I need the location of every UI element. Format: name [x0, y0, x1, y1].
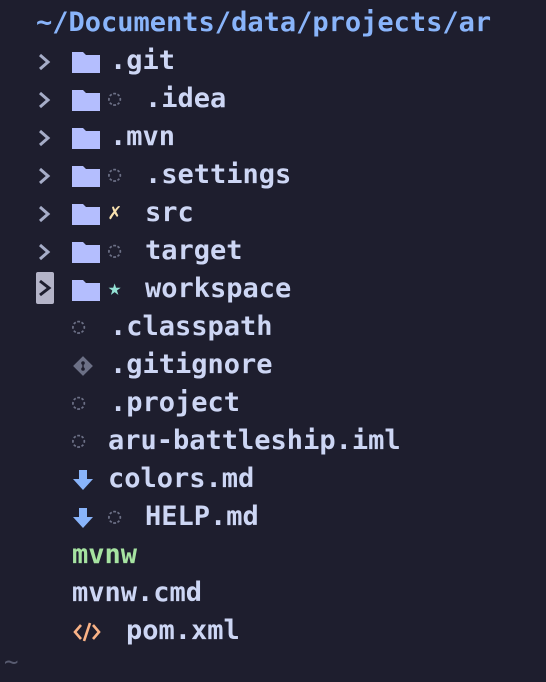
tree-row-project[interactable]: ◌ .project — [0, 384, 546, 422]
cursor-highlight[interactable] — [36, 272, 54, 304]
chevron-right-icon[interactable] — [34, 166, 54, 186]
chevron-right-icon[interactable] — [34, 204, 54, 224]
tree-item-name: workspace — [145, 273, 292, 304]
chevron-right-icon[interactable] — [34, 52, 54, 72]
tree-item-name: .idea — [145, 83, 227, 114]
tree-row-mvnw-cmd[interactable]: mvnw.cmd — [0, 574, 546, 612]
tree-item-name: mvnw.cmd — [72, 577, 203, 608]
current-path: ~/Documents/data/projects/ar — [36, 7, 492, 38]
tree-item-name: src — [145, 197, 194, 228]
tree-item-name: .mvn — [110, 121, 176, 152]
empty-line-tilde: ~ — [4, 648, 19, 676]
tree-row-idea[interactable]: ◌ .idea — [0, 80, 546, 118]
chevron-right-icon[interactable] — [34, 242, 54, 262]
tree-item-name: .gitignore — [110, 349, 273, 380]
tree-row-pom-xml[interactable]: pom.xml — [0, 612, 546, 650]
tree-row-colors-md[interactable]: colors.md — [0, 460, 546, 498]
tree-item-name: colors.md — [108, 463, 255, 494]
tree-row-workspace[interactable]: ★ workspace — [0, 270, 546, 308]
chevron-right-icon[interactable] — [36, 272, 54, 304]
folder-icon — [72, 280, 100, 301]
untracked-badge-icon: ◌ — [108, 504, 122, 529]
folder-icon — [72, 52, 100, 73]
staged-badge-icon: ★ — [108, 276, 122, 301]
tree-row-mvnw[interactable]: mvnw — [0, 536, 546, 574]
untracked-badge-icon: ◌ — [72, 314, 86, 339]
tree-item-name: HELP.md — [145, 501, 259, 532]
tree-row-help-md[interactable]: ◌ HELP.md — [0, 498, 546, 536]
xml-code-icon — [73, 622, 101, 642]
folder-icon — [72, 242, 100, 263]
tree-row-src[interactable]: ✗ src — [0, 194, 546, 232]
untracked-badge-icon: ◌ — [108, 86, 122, 111]
tree-item-name: pom.xml — [126, 615, 240, 646]
tree-item-name: aru-battleship.iml — [108, 425, 401, 456]
tree-item-name: target — [145, 235, 243, 266]
tree-row-target[interactable]: ◌ target — [0, 232, 546, 270]
tree-row-gitignore[interactable]: .gitignore — [0, 346, 546, 384]
untracked-badge-icon: ◌ — [108, 162, 122, 187]
tree-item-name: mvnw — [72, 539, 138, 570]
chevron-right-icon[interactable] — [34, 90, 54, 110]
deleted-badge-icon: ✗ — [108, 200, 122, 225]
markdown-icon — [73, 508, 93, 528]
markdown-icon — [73, 470, 93, 490]
folder-icon — [72, 90, 100, 111]
tree-item-name: .classpath — [110, 311, 273, 342]
folder-icon — [72, 166, 100, 187]
folder-icon — [72, 204, 100, 225]
git-icon — [73, 356, 93, 376]
tree-row-classpath[interactable]: ◌ .classpath — [0, 308, 546, 346]
tree-item-name: .git — [110, 45, 176, 76]
untracked-badge-icon: ◌ — [108, 238, 122, 263]
untracked-badge-icon: ◌ — [72, 390, 86, 415]
tree-item-name: .settings — [145, 159, 292, 190]
tree-row-iml[interactable]: ◌ aru-battleship.iml — [0, 422, 546, 460]
folder-icon — [72, 128, 100, 149]
tree-row-settings[interactable]: ◌ .settings — [0, 156, 546, 194]
chevron-right-icon[interactable] — [34, 128, 54, 148]
tree-row-git[interactable]: .git — [0, 42, 546, 80]
tree-row-mvn[interactable]: .mvn — [0, 118, 546, 156]
untracked-badge-icon: ◌ — [72, 428, 86, 453]
tree-item-name: .project — [110, 387, 241, 418]
